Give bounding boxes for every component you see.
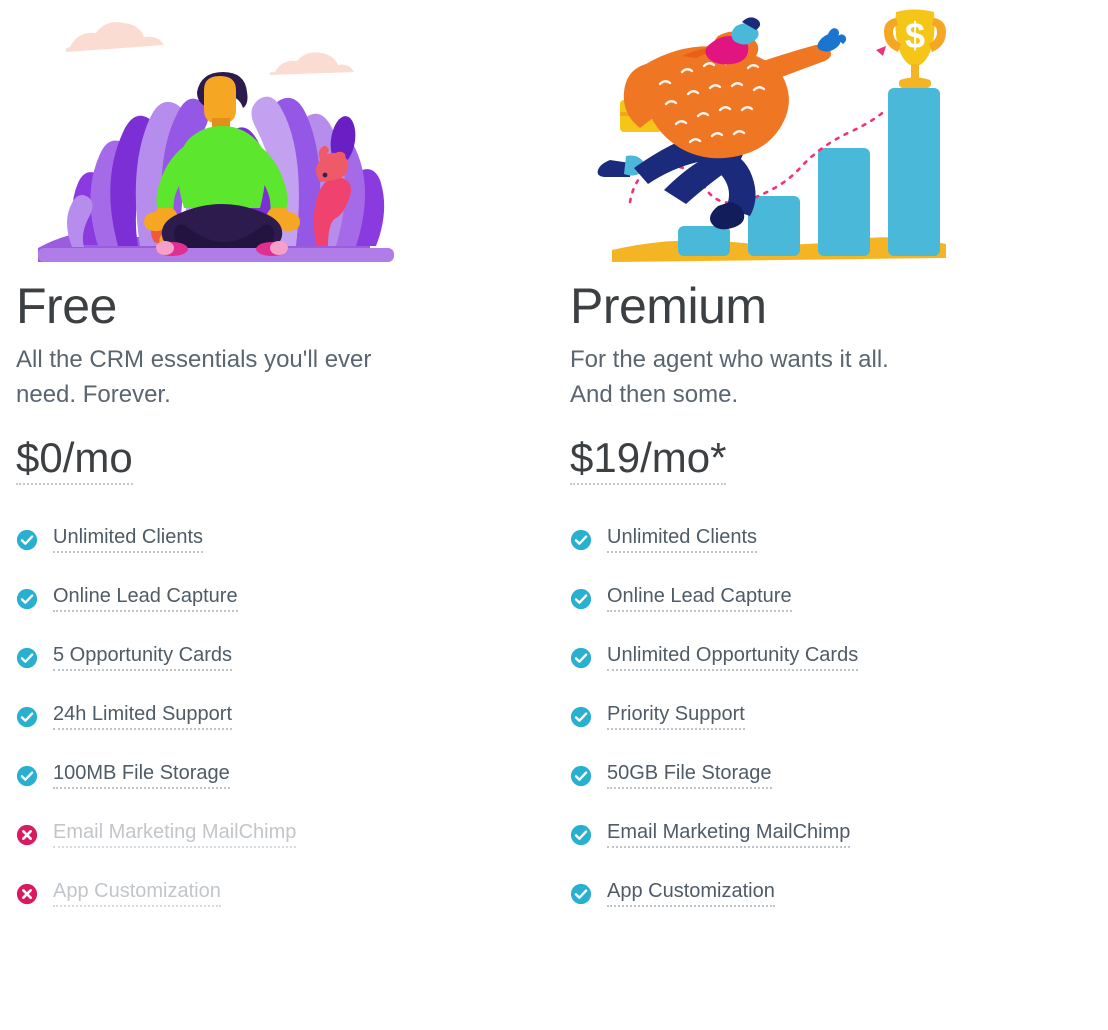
list-item: App Customization (16, 864, 544, 923)
list-item: Online Lead Capture (570, 569, 1098, 628)
check-circle-icon (570, 529, 592, 550)
plan-name: Free (16, 278, 117, 334)
feature-label: App Customization (607, 880, 775, 907)
check-circle-icon (570, 883, 592, 904)
list-item: 24h Limited Support (16, 687, 544, 746)
plan-price-row: $19/mo* (570, 434, 1098, 496)
plan-price: $0/mo (16, 434, 133, 486)
plan-tagline: All the CRM essentials you'll ever need.… (16, 346, 372, 408)
feature-label: Unlimited Clients (607, 526, 758, 553)
feature-label: Priority Support (607, 703, 745, 730)
meditating-person-illustration (16, 0, 544, 270)
check-circle-icon (570, 588, 592, 609)
check-circle-icon (570, 824, 592, 845)
list-item: 100MB File Storage (16, 746, 544, 805)
check-circle-icon (16, 529, 38, 550)
plan-price-row: $0/mo (16, 434, 544, 496)
plan-card-free: Free All the CRM essentials you'll ever … (0, 0, 554, 923)
feature-label: Online Lead Capture (53, 585, 238, 612)
check-circle-icon (16, 706, 38, 727)
feature-label: Email Marketing MailChimp (607, 821, 851, 848)
feature-label: 24h Limited Support (53, 703, 233, 730)
check-circle-icon (570, 765, 592, 786)
pricing-plans-grid: Free All the CRM essentials you'll ever … (0, 0, 1108, 923)
plan-card-premium: $ Premium For the agent who wants it all… (554, 0, 1108, 923)
feature-label: App Customization (53, 880, 221, 907)
feature-label: 5 Opportunity Cards (53, 644, 232, 671)
check-circle-icon (570, 706, 592, 727)
check-circle-icon (16, 588, 38, 609)
list-item: Online Lead Capture (16, 569, 544, 628)
feature-label: Email Marketing MailChimp (53, 821, 297, 848)
list-item: Unlimited Clients (16, 510, 544, 569)
feature-list: Unlimited Clients Online Lead Capture Un… (570, 510, 1098, 923)
feature-label: Unlimited Opportunity Cards (607, 644, 859, 671)
feature-list: Unlimited Clients Online Lead Capture 5 … (16, 510, 544, 923)
feature-label: Unlimited Clients (53, 526, 204, 553)
list-item: Email Marketing MailChimp (570, 805, 1098, 864)
check-circle-icon (570, 647, 592, 668)
list-item: App Customization (570, 864, 1098, 923)
feature-label: Online Lead Capture (607, 585, 792, 612)
list-item: 5 Opportunity Cards (16, 628, 544, 687)
plan-tagline: For the agent who wants it all. And then… (570, 346, 889, 408)
list-item: Unlimited Opportunity Cards (570, 628, 1098, 687)
list-item: Priority Support (570, 687, 1098, 746)
list-item: Email Marketing MailChimp (16, 805, 544, 864)
check-circle-icon (16, 765, 38, 786)
businessman-climbing-chart-illustration: $ (570, 0, 1098, 270)
cross-circle-icon (16, 824, 38, 845)
list-item: 50GB File Storage (570, 746, 1098, 805)
svg-text:$: $ (905, 15, 925, 56)
list-item: Unlimited Clients (570, 510, 1098, 569)
cross-circle-icon (16, 883, 38, 904)
plan-name: Premium (570, 278, 767, 334)
feature-label: 50GB File Storage (607, 762, 772, 789)
check-circle-icon (16, 647, 38, 668)
feature-label: 100MB File Storage (53, 762, 230, 789)
plan-price: $19/mo* (570, 434, 727, 486)
